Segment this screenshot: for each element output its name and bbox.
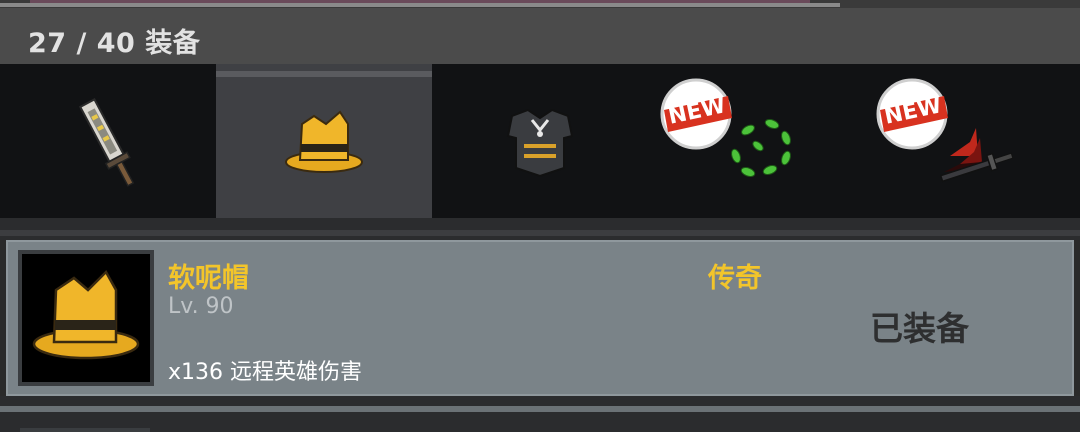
inventory-header: 27 / 40 装备 xyxy=(0,8,1080,64)
tab-armor[interactable] xyxy=(432,64,648,220)
next-item-edge xyxy=(0,396,1080,432)
fedora-hat-icon xyxy=(285,110,363,173)
item-rarity: 传奇 xyxy=(708,263,762,294)
item-level: Lv. 90 xyxy=(168,294,234,319)
next-item-thumbnail-edge xyxy=(20,428,150,432)
tab-sword[interactable] xyxy=(0,64,216,220)
equipment-tab-bar: NEW NEW xyxy=(0,64,1080,220)
item-thumbnail xyxy=(18,250,154,386)
equipment-count: 27 / 40 装备 xyxy=(28,28,201,59)
equipped-status: 已装备 xyxy=(870,309,969,348)
tab-separator xyxy=(0,218,1080,240)
armor-chestplate-icon xyxy=(506,108,574,178)
sword-icon xyxy=(78,98,135,187)
tab-blade[interactable]: NEW xyxy=(864,64,1080,220)
item-card[interactable]: 软呢帽 Lv. 90 x136 远程英雄伤害 传奇 已装备 xyxy=(6,240,1074,396)
item-name: 软呢帽 xyxy=(168,263,249,294)
top-frame xyxy=(0,0,1080,8)
tab-wreath[interactable]: NEW xyxy=(648,64,864,220)
separator-line xyxy=(0,230,1080,236)
next-item-border xyxy=(0,406,1080,412)
item-stat: x136 远程英雄伤害 xyxy=(168,360,363,385)
top-frame-border xyxy=(0,3,840,7)
fedora-hat-icon xyxy=(32,269,140,360)
tab-hat[interactable] xyxy=(216,64,432,220)
new-badge: NEW xyxy=(872,74,952,154)
new-badge: NEW xyxy=(656,74,736,154)
